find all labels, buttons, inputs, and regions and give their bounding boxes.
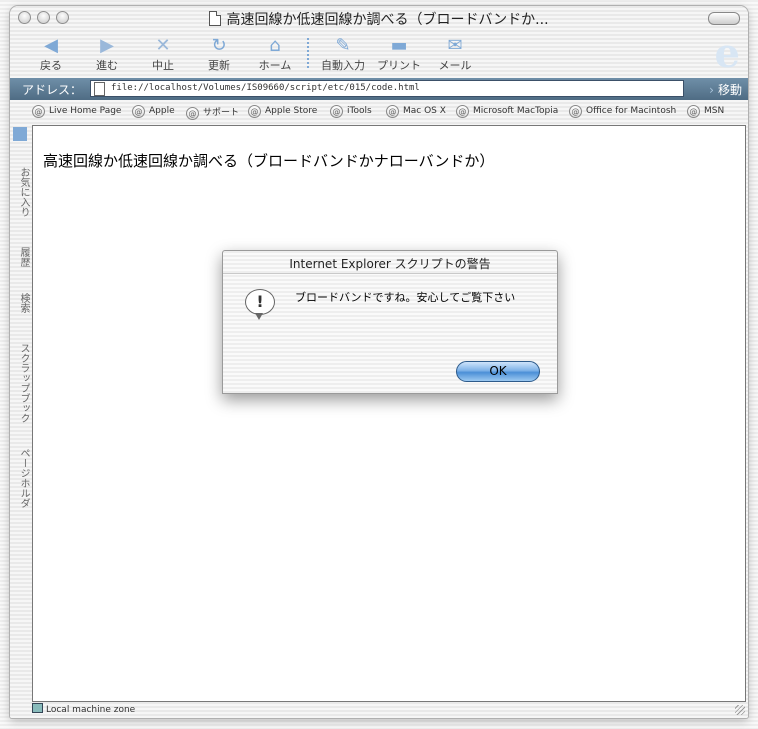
favorite-link[interactable]: @ iTools	[330, 105, 372, 118]
go-label: 移動	[717, 83, 742, 97]
at-icon: @	[330, 105, 343, 118]
back-label: 戻る	[40, 59, 62, 72]
go-button[interactable]: › 移動	[709, 81, 742, 98]
toolbar-separator	[307, 38, 309, 68]
home-button[interactable]: ⌂ ホーム	[246, 35, 304, 73]
at-icon: @	[687, 105, 700, 118]
stop-label: 中止	[152, 59, 174, 72]
document-icon	[209, 11, 222, 26]
forward-arrow-icon: ▶	[100, 35, 114, 56]
favorite-link[interactable]: @ Mac OS X	[386, 105, 446, 118]
at-icon: @	[456, 105, 469, 118]
tab-favorites[interactable]: お気に入り	[11, 153, 31, 231]
favorite-link[interactable]: @ Office for Macintosh	[569, 105, 676, 118]
forward-button[interactable]: ▶ 進む	[78, 35, 136, 73]
envelope-icon: ✉	[447, 35, 463, 56]
ie-logo-icon: e	[714, 30, 740, 77]
explorer-bar-toggle-icon[interactable]	[13, 127, 27, 141]
at-icon: @	[386, 105, 399, 118]
back-button[interactable]: ◀ 戻る	[22, 35, 80, 73]
zone-label: Local machine zone	[46, 705, 136, 715]
stop-button[interactable]: ✕ 中止	[134, 35, 192, 73]
favorite-link[interactable]: @ サポート	[186, 105, 239, 120]
pencil-icon: ✎	[335, 35, 351, 56]
warning-icon: !	[245, 289, 275, 320]
stop-x-icon: ✕	[155, 35, 171, 56]
back-arrow-icon: ◀	[44, 35, 58, 56]
favorite-link[interactable]: @ Apple Store	[248, 105, 317, 118]
page-heading: 高速回線か低速回線か調べる（ブロードバンドかナローバンドか）	[43, 152, 495, 170]
favorite-link[interactable]: @ Apple	[132, 105, 175, 118]
tab-page-holder[interactable]: ページホルダ	[11, 443, 31, 513]
at-icon: @	[132, 105, 145, 118]
dialog-message: ブロードバンドですね。安心してご覧下さい	[295, 291, 516, 304]
toolbar-toggle-button[interactable]	[708, 12, 740, 25]
go-arrow-icon: ›	[709, 83, 714, 97]
page-content: 高速回線か低速回線か調べる（ブロードバンドかナローバンドか）	[32, 125, 746, 702]
home-icon: ⌂	[269, 35, 281, 56]
favorites-bar: @ Live Home Page @ Apple @ サポート @ Apple Stor…	[10, 102, 748, 122]
tab-scrapbook[interactable]: スクラップブック	[11, 331, 31, 435]
tab-history[interactable]: 履歴	[11, 237, 31, 277]
dialog-title-divider	[223, 273, 557, 274]
mail-label: メール	[438, 59, 472, 72]
address-bar: アドレス： file://localhost/Volumes/IS09660/s…	[10, 78, 748, 100]
resize-grip-icon[interactable]	[735, 705, 745, 715]
zone-icon	[32, 703, 43, 713]
refresh-label: 更新	[208, 59, 230, 72]
status-bar: Local machine zone	[32, 703, 732, 715]
toolbar: ◀ 戻る ▶ 進む ✕ 中止 ↻ 更新 ⌂ ホーム ✎ 自動入力 ▬ プリント …	[10, 32, 748, 76]
printer-icon: ▬	[390, 35, 408, 56]
mail-button[interactable]: ✉ メール	[426, 35, 484, 73]
home-label: ホーム	[258, 59, 292, 72]
tab-search[interactable]: 検索	[11, 283, 31, 323]
title-bar[interactable]: 高速回線か低速回線か調べる（ブロードバンドか...	[10, 6, 748, 30]
address-input[interactable]: file://localhost/Volumes/IS09660/script/…	[90, 80, 684, 97]
autofill-label: 自動入力	[321, 59, 365, 72]
at-icon: @	[569, 105, 582, 118]
at-icon: @	[186, 107, 199, 120]
dialog-title: Internet Explorer スクリプトの警告	[289, 257, 491, 271]
favorite-link[interactable]: @ MSN	[687, 105, 724, 118]
window-title: 高速回線か低速回線か調べる（ブロードバンドか...	[10, 9, 748, 29]
address-label: アドレス：	[22, 83, 83, 97]
favorite-link[interactable]: @ Microsoft MacTopia	[456, 105, 558, 118]
autofill-button[interactable]: ✎ 自動入力	[314, 35, 372, 73]
page-icon	[94, 82, 105, 96]
explorer-bar-tabs: お気に入り 履歴 検索 スクラップブック ページホルダ	[10, 125, 33, 702]
forward-label: 進む	[96, 59, 118, 72]
refresh-icon: ↻	[211, 35, 227, 56]
script-alert-dialog: Internet Explorer スクリプトの警告 ! ブロードバンドですね。…	[222, 250, 558, 394]
favorite-link[interactable]: @ Live Home Page	[32, 105, 121, 118]
at-icon: @	[32, 105, 45, 118]
at-icon: @	[248, 105, 261, 118]
print-button[interactable]: ▬ プリント	[370, 35, 428, 73]
print-label: プリント	[377, 59, 421, 72]
ok-button[interactable]: OK	[456, 361, 540, 382]
address-url-text: file://localhost/Volumes/IS09660/script/…	[111, 83, 420, 93]
refresh-button[interactable]: ↻ 更新	[190, 35, 248, 73]
